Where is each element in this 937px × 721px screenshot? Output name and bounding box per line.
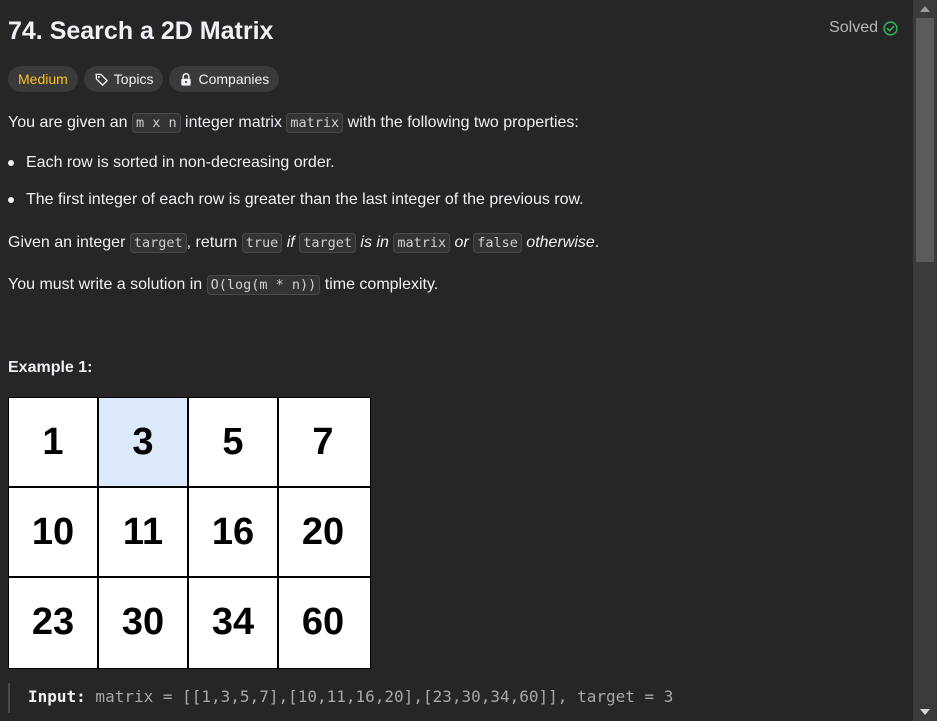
solved-label: Solved xyxy=(829,19,878,36)
grid-line xyxy=(9,576,370,578)
companies-button[interactable]: Companies xyxy=(169,66,280,92)
input-value: matrix = [[1,3,5,7],[10,11,16,20],[23,30… xyxy=(85,687,674,706)
task-text: Given an integer xyxy=(8,234,130,251)
task-emphasis: is in xyxy=(355,234,394,251)
problem-title[interactable]: 74. Search a 2D Matrix xyxy=(8,13,273,49)
inline-code: matrix xyxy=(393,233,451,253)
difficulty-label: Medium xyxy=(18,71,68,87)
grid-line xyxy=(277,398,279,668)
scroll-up-arrow-icon[interactable] xyxy=(913,0,937,18)
list-item: The first integer of each row is greater… xyxy=(8,188,584,212)
topics-label: Topics xyxy=(113,71,154,87)
matrix-cell: 7 xyxy=(279,398,367,486)
task-emphasis: or xyxy=(450,234,474,251)
inline-code: target xyxy=(299,233,356,253)
tag-icon xyxy=(94,72,109,87)
matrix-cell: 30 xyxy=(99,578,187,666)
matrix-cell: 34 xyxy=(189,578,277,666)
matrix-cell: 1 xyxy=(9,398,97,486)
complexity-paragraph: You must write a solution in O(log(m * n… xyxy=(8,273,438,297)
difficulty-badge: Medium xyxy=(8,66,78,92)
inline-code: false xyxy=(473,233,522,253)
matrix-cell: 60 xyxy=(279,578,367,666)
lock-icon xyxy=(179,72,193,87)
inline-code: target xyxy=(129,233,187,253)
tag-row: Medium Topics Companies xyxy=(8,66,280,92)
matrix-cell-highlighted: 3 xyxy=(99,398,187,486)
scrollbar-thumb[interactable] xyxy=(916,18,934,262)
inline-code: matrix xyxy=(286,113,344,133)
intro-text: integer matrix xyxy=(180,114,287,131)
title-row: 74. Search a 2D Matrix Solved xyxy=(8,13,898,49)
list-item: Each row is sorted in non-decreasing ord… xyxy=(8,151,584,175)
matrix-cell: 23 xyxy=(9,578,97,666)
inline-code: true xyxy=(241,233,283,253)
task-text: . xyxy=(594,234,600,251)
solved-status: Solved xyxy=(829,19,898,37)
example-matrix-image: 3 1 5 7 10 11 16 20 23 30 34 60 xyxy=(8,397,371,669)
input-label: Input: xyxy=(28,687,86,706)
intro-text: You are given an xyxy=(8,114,132,131)
companies-label: Companies xyxy=(198,71,270,87)
task-emphasis: if xyxy=(282,234,300,251)
example-heading: Example 1: xyxy=(8,359,93,376)
scroll-down-arrow-icon[interactable] xyxy=(913,703,937,721)
matrix-cell: 5 xyxy=(189,398,277,486)
matrix-cell: 20 xyxy=(279,488,367,576)
intro-text: with the following two properties: xyxy=(343,114,579,131)
topics-button[interactable]: Topics xyxy=(83,66,164,92)
matrix-cell: 16 xyxy=(189,488,277,576)
task-text: , return xyxy=(186,234,242,251)
properties-list: Each row is sorted in non-decreasing ord… xyxy=(8,151,584,225)
inline-code: O(log(m * n)) xyxy=(206,275,321,295)
matrix-cell: 11 xyxy=(99,488,187,576)
grid-line xyxy=(97,398,99,668)
grid-line xyxy=(187,398,189,668)
complexity-text: You must write a solution in xyxy=(8,276,207,293)
complexity-text: time complexity. xyxy=(320,276,439,293)
task-emphasis: otherwise xyxy=(521,234,595,251)
problem-description-panel: 74. Search a 2D Matrix Solved Medium Top… xyxy=(0,0,912,721)
check-circle-icon xyxy=(883,20,898,36)
task-paragraph: Given an integer target, return true if … xyxy=(8,231,599,255)
intro-paragraph: You are given an m x n integer matrix ma… xyxy=(8,111,579,135)
matrix-cell: 10 xyxy=(9,488,97,576)
vertical-scrollbar[interactable] xyxy=(913,0,937,721)
inline-code: m x n xyxy=(131,113,181,133)
grid-line xyxy=(9,486,370,488)
example-input-block: Input: matrix = [[1,3,5,7],[10,11,16,20]… xyxy=(8,683,908,713)
